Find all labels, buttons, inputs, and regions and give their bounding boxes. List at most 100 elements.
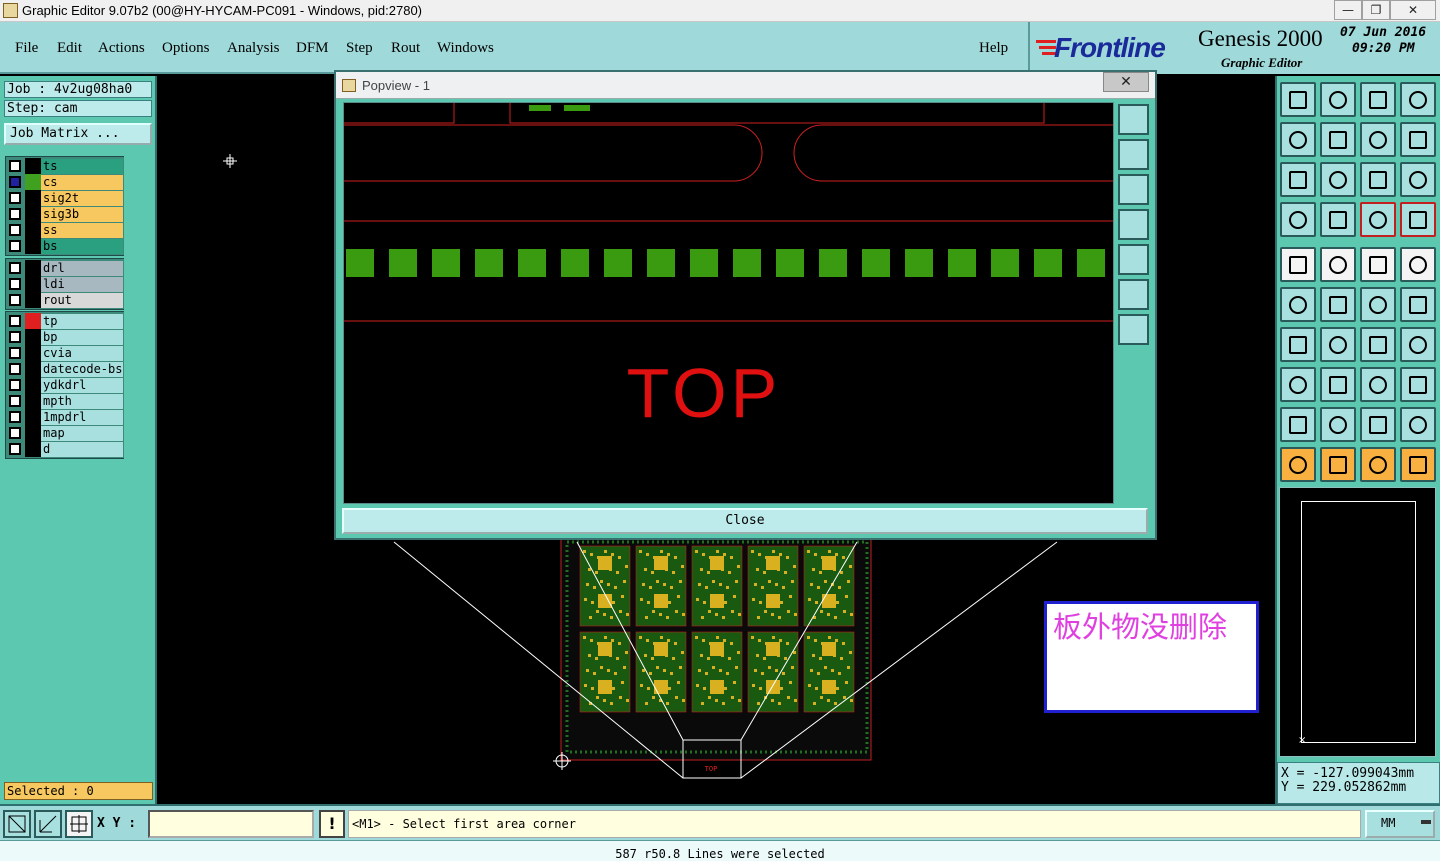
layer-row-bp[interactable]: bp xyxy=(7,329,123,345)
layer-row-rout[interactable]: rout xyxy=(7,292,123,308)
layer-color-swatch[interactable] xyxy=(25,329,41,345)
menu-dfm[interactable]: DFM xyxy=(296,40,329,57)
layer-color-swatch[interactable] xyxy=(25,425,41,441)
layer-row-ydkdrl[interactable]: ydkdrl xyxy=(7,377,123,393)
layer-name[interactable]: sig2t xyxy=(41,190,123,206)
popview-zoom-out-button[interactable] xyxy=(1118,314,1149,345)
layer-name[interactable]: ldi xyxy=(41,276,123,292)
popview-pan-up-button[interactable] xyxy=(1118,139,1149,170)
layer-name[interactable]: sig3b xyxy=(41,206,123,222)
popview-zoom-in-button[interactable] xyxy=(1118,279,1149,310)
layer-checkbox[interactable] xyxy=(9,379,21,391)
layer-name[interactable]: cs xyxy=(41,174,123,190)
tool-button-r10-c4[interactable] xyxy=(1400,447,1436,482)
layer-checkbox[interactable] xyxy=(9,262,21,274)
popview-canvas[interactable]: TOP xyxy=(343,102,1114,504)
popview-zoom-fit-button[interactable] xyxy=(1118,104,1149,135)
layer-color-swatch[interactable] xyxy=(25,345,41,361)
tool-button-r9-c2[interactable] xyxy=(1320,407,1356,442)
menu-file[interactable]: File xyxy=(15,40,38,57)
layer-checkbox[interactable] xyxy=(9,208,21,220)
layer-row-cvia[interactable]: cvia xyxy=(7,345,123,361)
layer-row-ss[interactable]: ss xyxy=(7,222,123,238)
layer-row-mpth[interactable]: mpth xyxy=(7,393,123,409)
layer-name[interactable]: tp xyxy=(41,313,123,329)
xy-input[interactable] xyxy=(148,810,314,838)
layer-row-bs[interactable]: bs xyxy=(7,238,123,254)
menu-actions[interactable]: Actions xyxy=(98,40,145,57)
layer-checkbox[interactable] xyxy=(9,443,21,455)
layer-color-swatch[interactable] xyxy=(25,409,41,425)
tool-button-r5-c3[interactable] xyxy=(1360,247,1396,282)
tool-button-r9-c1[interactable] xyxy=(1280,407,1316,442)
layer-color-swatch[interactable] xyxy=(25,276,41,292)
tool-button-r3-c1[interactable] xyxy=(1280,162,1316,197)
tool-button-r10-c3[interactable] xyxy=(1360,447,1396,482)
tool-button-r10-c2[interactable] xyxy=(1320,447,1356,482)
layer-name[interactable]: bs xyxy=(41,238,123,254)
layer-row-map[interactable]: map xyxy=(7,425,123,441)
layer-name[interactable]: datecode-bs xyxy=(41,361,123,377)
layer-checkbox[interactable] xyxy=(9,160,21,172)
layer-checkbox[interactable] xyxy=(9,176,21,188)
layer-row-ldi[interactable]: ldi xyxy=(7,276,123,292)
tool-button-r7-c3[interactable] xyxy=(1360,327,1396,362)
tool-button-r1-c3[interactable] xyxy=(1360,82,1396,117)
tool-button-r6-c2[interactable] xyxy=(1320,287,1356,322)
layer-row-sig2t[interactable]: sig2t xyxy=(7,190,123,206)
layer-color-swatch[interactable] xyxy=(25,206,41,222)
layer-checkbox[interactable] xyxy=(9,331,21,343)
layer-name[interactable]: map xyxy=(41,425,123,441)
layer-checkbox[interactable] xyxy=(9,395,21,407)
menu-help[interactable]: Help xyxy=(979,40,1008,57)
layer-checkbox[interactable] xyxy=(9,192,21,204)
layer-row-cs[interactable]: cs xyxy=(7,174,123,190)
layer-color-swatch[interactable] xyxy=(25,313,41,329)
tool-button-r3-c2[interactable] xyxy=(1320,162,1356,197)
zoom-area-button[interactable] xyxy=(3,810,31,838)
tool-button-r9-c4[interactable] xyxy=(1400,407,1436,442)
menu-step[interactable]: Step xyxy=(346,40,373,57)
layer-name[interactable]: 1mpdrl xyxy=(41,409,123,425)
layer-checkbox[interactable] xyxy=(9,411,21,423)
layer-row-sig3b[interactable]: sig3b xyxy=(7,206,123,222)
layer-scroll-area[interactable] xyxy=(124,156,154,546)
alert-button[interactable]: ! xyxy=(319,810,345,838)
tool-button-r9-c3[interactable] xyxy=(1360,407,1396,442)
tool-button-r2-c3[interactable] xyxy=(1360,122,1396,157)
layer-row-ts[interactable]: ts xyxy=(7,158,123,174)
menu-windows[interactable]: Windows xyxy=(437,40,494,57)
tool-button-r1-c4[interactable] xyxy=(1400,82,1436,117)
tool-button-r6-c1[interactable] xyxy=(1280,287,1316,322)
tool-button-r7-c4[interactable] xyxy=(1400,327,1436,362)
tool-button-r1-c2[interactable] xyxy=(1320,82,1356,117)
tool-button-r4-c1[interactable] xyxy=(1280,202,1316,237)
tool-button-r8-c4[interactable] xyxy=(1400,367,1436,402)
tool-button-r4-c4[interactable] xyxy=(1400,202,1436,237)
tool-button-r5-c4[interactable] xyxy=(1400,247,1436,282)
menu-options[interactable]: Options xyxy=(162,40,210,57)
job-matrix-button[interactable]: Job Matrix ... xyxy=(4,123,152,145)
tool-button-r7-c2[interactable] xyxy=(1320,327,1356,362)
layer-name[interactable]: mpth xyxy=(41,393,123,409)
layer-name[interactable]: d xyxy=(41,441,123,457)
layer-color-swatch[interactable] xyxy=(25,174,41,190)
tool-button-r7-c1[interactable] xyxy=(1280,327,1316,362)
maximize-button[interactable]: ❐ xyxy=(1362,0,1390,20)
menu-rout[interactable]: Rout xyxy=(391,40,420,57)
layer-color-swatch[interactable] xyxy=(25,158,41,174)
tool-button-r3-c4[interactable] xyxy=(1400,162,1436,197)
layer-color-swatch[interactable] xyxy=(25,222,41,238)
tool-button-r6-c3[interactable] xyxy=(1360,287,1396,322)
tool-button-r2-c1[interactable] xyxy=(1280,122,1316,157)
layer-color-swatch[interactable] xyxy=(25,190,41,206)
tool-button-r8-c2[interactable] xyxy=(1320,367,1356,402)
units-selector[interactable]: MM xyxy=(1365,810,1435,838)
layer-checkbox[interactable] xyxy=(9,363,21,375)
popview-close-button[interactable]: Close xyxy=(342,508,1148,534)
tool-button-r5-c1[interactable] xyxy=(1280,247,1316,282)
layer-checkbox[interactable] xyxy=(9,427,21,439)
layer-color-swatch[interactable] xyxy=(25,441,41,457)
layer-checkbox[interactable] xyxy=(9,224,21,236)
minimize-button[interactable]: — xyxy=(1334,0,1362,20)
